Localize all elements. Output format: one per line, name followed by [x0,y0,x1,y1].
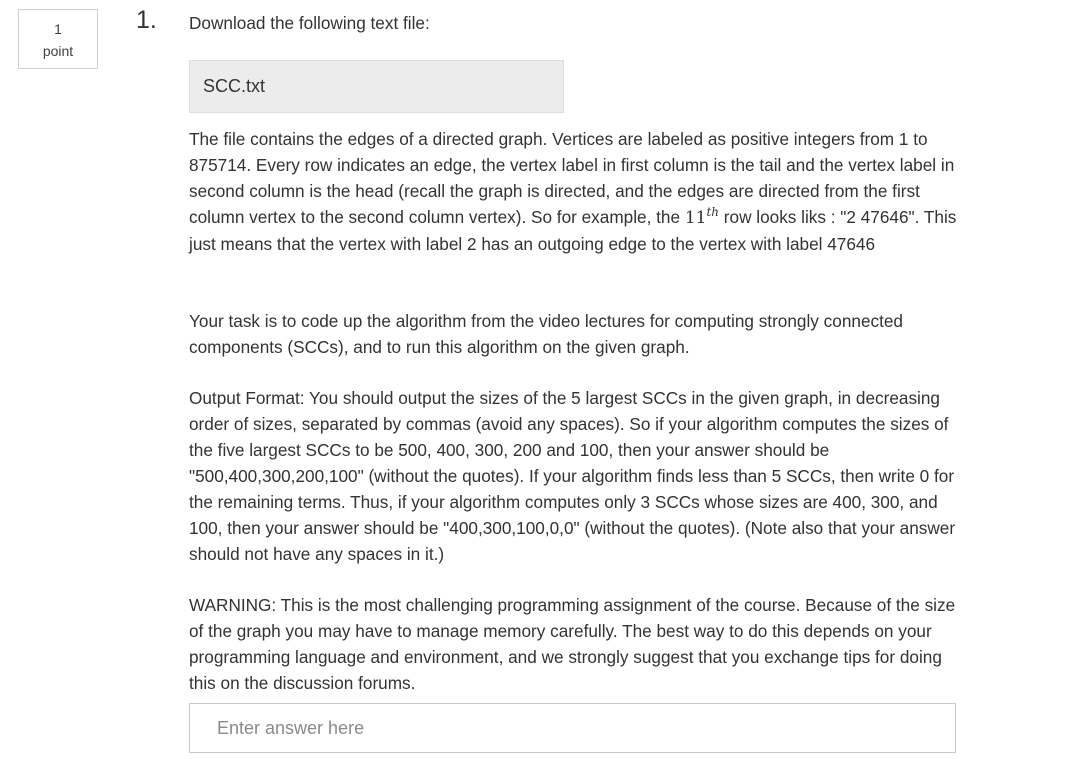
math-ordinal-superscript: th [706,205,720,219]
answer-input[interactable] [189,703,956,753]
output-format-paragraph: Output Format: You should output the siz… [189,388,956,564]
file-download-link[interactable]: SCC.txt [189,60,564,113]
warning-paragraph: WARNING: This is the most challenging pr… [189,595,956,693]
question-number: 1. [136,6,157,34]
points-label: point [42,43,74,59]
points-value: 1 [54,21,62,37]
math-ordinal-base: 11 [684,208,707,228]
question-intro: Download the following text file: [189,13,430,33]
points-badge: 1 point [18,9,98,69]
description-paragraph: The file contains the edges of a directe… [189,126,959,257]
math-ordinal: 11th [684,205,720,228]
task-paragraph: Your task is to code up the algorithm fr… [189,311,903,357]
